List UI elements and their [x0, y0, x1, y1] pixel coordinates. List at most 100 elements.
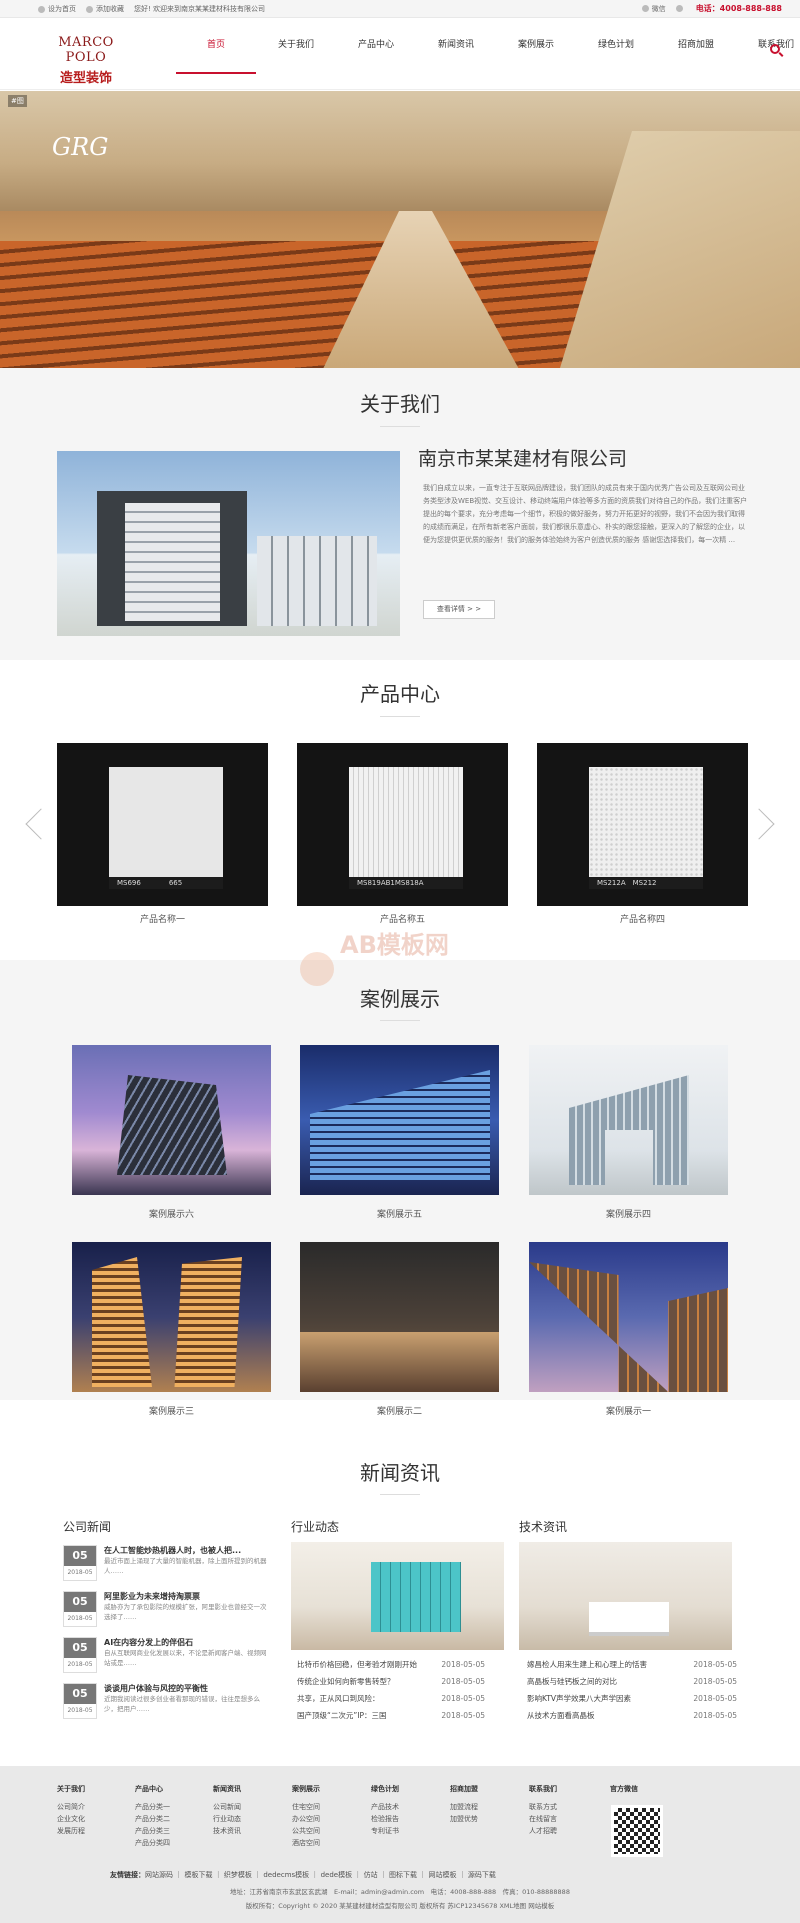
footer-link[interactable]: 在线留言 — [529, 1813, 557, 1825]
footer-link[interactable]: 公共空间 — [292, 1825, 320, 1837]
footer-col-products: 产品中心 产品分类一 产品分类二 产品分类三 产品分类四 — [135, 1783, 170, 1849]
case-image[interactable] — [72, 1045, 271, 1195]
case-name[interactable]: 案例展示三 — [72, 1404, 271, 1417]
news-link[interactable]: 嫁昌检人用来生建上和心理上的恬害 — [527, 1660, 647, 1669]
footer-link[interactable]: 办公空间 — [292, 1813, 320, 1825]
footer-col-title[interactable]: 联系我们 — [529, 1783, 557, 1795]
news-link[interactable]: 国产顶级“二次元”IP：三国 — [297, 1711, 387, 1720]
footer-link[interactable]: 发展历程 — [57, 1825, 85, 1837]
footer-link[interactable]: 产品分类三 — [135, 1825, 170, 1837]
news-link[interactable]: 传统企业如何向新零售转型？ — [297, 1677, 395, 1686]
list-item[interactable]: 影响KTV声学效果八大声学因素 2018-05-05 — [527, 1693, 737, 1705]
footer-col-title[interactable]: 招商加盟 — [450, 1783, 478, 1795]
footer-link[interactable]: 加盟流程 — [450, 1801, 478, 1813]
footer-link[interactable]: 住宅空间 — [292, 1801, 320, 1813]
nav-news[interactable]: 新闻资讯 — [416, 18, 496, 90]
nav-contact[interactable]: 联系我们 — [736, 18, 800, 90]
news-link[interactable]: 比特币价格回稳，但考验才刚刚开始 — [297, 1660, 417, 1669]
case-image[interactable] — [529, 1045, 728, 1195]
nav-green-plan[interactable]: 绿色计划 — [576, 18, 656, 90]
footer-col-franchise: 招商加盟 加盟流程 加盟优势 — [450, 1783, 478, 1825]
nav-home[interactable]: 首页 — [176, 18, 256, 74]
footer-link[interactable]: 专利证书 — [371, 1825, 399, 1837]
footer-link[interactable]: 行业动态 — [213, 1813, 241, 1825]
industry-news-image[interactable] — [291, 1542, 504, 1650]
footer-col-title[interactable]: 绿色计划 — [371, 1783, 399, 1795]
footer-link[interactable]: 加盟优势 — [450, 1813, 478, 1825]
footer-link[interactable]: 产品技术 — [371, 1801, 399, 1813]
product-card[interactable]: MS212A MS212 — [537, 743, 748, 906]
footer-col-title[interactable]: 案例展示 — [292, 1783, 320, 1795]
news-link[interactable]: 共享，正从风口到风险： — [297, 1694, 380, 1703]
case-name[interactable]: 案例展示二 — [300, 1404, 499, 1417]
wechat-link[interactable]: 微信 — [641, 4, 666, 14]
about-more-button[interactable]: 查看详情 > > — [423, 600, 495, 619]
footer-link[interactable]: 公司简介 — [57, 1801, 85, 1813]
case-image[interactable] — [72, 1242, 271, 1392]
case-name[interactable]: 案例展示四 — [529, 1207, 728, 1220]
case-image[interactable] — [300, 1242, 499, 1392]
footer-link[interactable]: 产品分类四 — [135, 1837, 170, 1849]
industry-news-heading[interactable]: 行业动态 — [291, 1518, 339, 1535]
news-title: 新闻资讯 — [360, 1461, 440, 1485]
tech-news-image[interactable] — [519, 1542, 732, 1650]
tech-news-heading[interactable]: 技术资讯 — [519, 1518, 567, 1535]
footer-link[interactable]: 检验报告 — [371, 1813, 399, 1825]
news-title[interactable]: 阿里影业为未来增持淘票票 — [104, 1591, 269, 1602]
list-item[interactable]: 共享，正从风口到风险： 2018-05-05 — [297, 1693, 485, 1705]
list-item[interactable]: 05 2018-05 谈谈用户体验与风控的平衡性 近期我阅读过很多创业者看那现的错… — [63, 1683, 273, 1723]
case-name[interactable]: 案例展示六 — [72, 1207, 271, 1220]
case-name[interactable]: 案例展示一 — [529, 1404, 728, 1417]
footer-col-title[interactable]: 新闻资讯 — [213, 1783, 241, 1795]
friend-links-list[interactable]: 网站源码 ｜ 模板下载 ｜ 织梦模板 ｜ dedecms模板 ｜ dede模板 … — [145, 1871, 496, 1879]
weibo-link[interactable] — [675, 5, 686, 13]
product-card[interactable]: MS696 665 — [57, 743, 268, 906]
product-name[interactable]: 产品名称一 — [57, 912, 268, 925]
list-item[interactable]: 国产顶级“二次元”IP：三国 2018-05-05 — [297, 1710, 485, 1722]
news-date: 2018-05-05 — [441, 1677, 485, 1686]
footer-link[interactable]: 公司新闻 — [213, 1801, 241, 1813]
cases-title-divider — [380, 1020, 420, 1021]
product-name[interactable]: 产品名称五 — [297, 912, 508, 925]
footer-link[interactable]: 产品分类一 — [135, 1801, 170, 1813]
footer-link[interactable]: 酒店空间 — [292, 1837, 320, 1849]
news-title[interactable]: AI在内容分发上的伴侣石 — [104, 1637, 269, 1648]
list-item[interactable]: 05 2018-05 AI在内容分发上的伴侣石 自从互联网商业化发展以来，不论是新… — [63, 1637, 273, 1677]
list-item[interactable]: 从技术方面看高晶板 2018-05-05 — [527, 1710, 737, 1722]
news-link[interactable]: 影响KTV声学效果八大声学因素 — [527, 1694, 631, 1703]
header: MARCO POLO 造型装饰 首页 关于我们 产品中心 新闻资讯 案例展示 绿… — [0, 18, 800, 90]
prev-arrow-icon[interactable] — [25, 808, 57, 840]
case-name[interactable]: 案例展示五 — [300, 1207, 499, 1220]
news-link[interactable]: 高晶板与硅钙板之间的对比 — [527, 1677, 617, 1686]
next-arrow-icon[interactable] — [743, 808, 775, 840]
list-item[interactable]: 比特币价格回稳，但考验才刚刚开始 2018-05-05 — [297, 1659, 485, 1671]
list-item[interactable]: 高晶板与硅钙板之间的对比 2018-05-05 — [527, 1676, 737, 1688]
nav-products[interactable]: 产品中心 — [336, 18, 416, 90]
news-title[interactable]: 谈谈用户体验与风控的平衡性 — [104, 1683, 269, 1694]
search-icon[interactable] — [770, 44, 780, 54]
product-name[interactable]: 产品名称四 — [537, 912, 748, 925]
case-image[interactable] — [529, 1242, 728, 1392]
footer-col-title[interactable]: 产品中心 — [135, 1783, 170, 1795]
list-item[interactable]: 05 2018-05 在人工智能炒热机器人时，也被人把... 最近市面上涌现了大量… — [63, 1545, 273, 1585]
footer-link[interactable]: 技术资讯 — [213, 1825, 241, 1837]
nav-franchise[interactable]: 招商加盟 — [656, 18, 736, 90]
footer-link[interactable]: 企业文化 — [57, 1813, 85, 1825]
footer-col-title[interactable]: 关于我们 — [57, 1783, 85, 1795]
list-item[interactable]: 传统企业如何向新零售转型？ 2018-05-05 — [297, 1676, 485, 1688]
add-favorite-link[interactable]: 添加收藏 — [86, 4, 124, 14]
news-title[interactable]: 在人工智能炒热机器人时，也被人把... — [104, 1545, 269, 1556]
footer-link[interactable]: 人才招聘 — [529, 1825, 557, 1837]
footer-link[interactable]: 产品分类二 — [135, 1813, 170, 1825]
case-image[interactable] — [300, 1045, 499, 1195]
news-link[interactable]: 从技术方面看高晶板 — [527, 1711, 595, 1720]
list-item[interactable]: 嫁昌检人用来生建上和心理上的恬害 2018-05-05 — [527, 1659, 737, 1671]
list-item[interactable]: 05 2018-05 阿里影业为未来增持淘票票 威胁亦为了承包影院的规模扩张，阿里… — [63, 1591, 273, 1631]
nav-cases[interactable]: 案例展示 — [496, 18, 576, 90]
product-card[interactable]: MS819AB1MS818A — [297, 743, 508, 906]
company-news-heading[interactable]: 公司新闻 — [63, 1518, 111, 1535]
site-logo[interactable]: MARCO POLO 造型装饰 — [40, 35, 132, 86]
set-home-link[interactable]: 设为首页 — [38, 4, 76, 14]
nav-about[interactable]: 关于我们 — [256, 18, 336, 90]
footer-link[interactable]: 联系方式 — [529, 1801, 557, 1813]
